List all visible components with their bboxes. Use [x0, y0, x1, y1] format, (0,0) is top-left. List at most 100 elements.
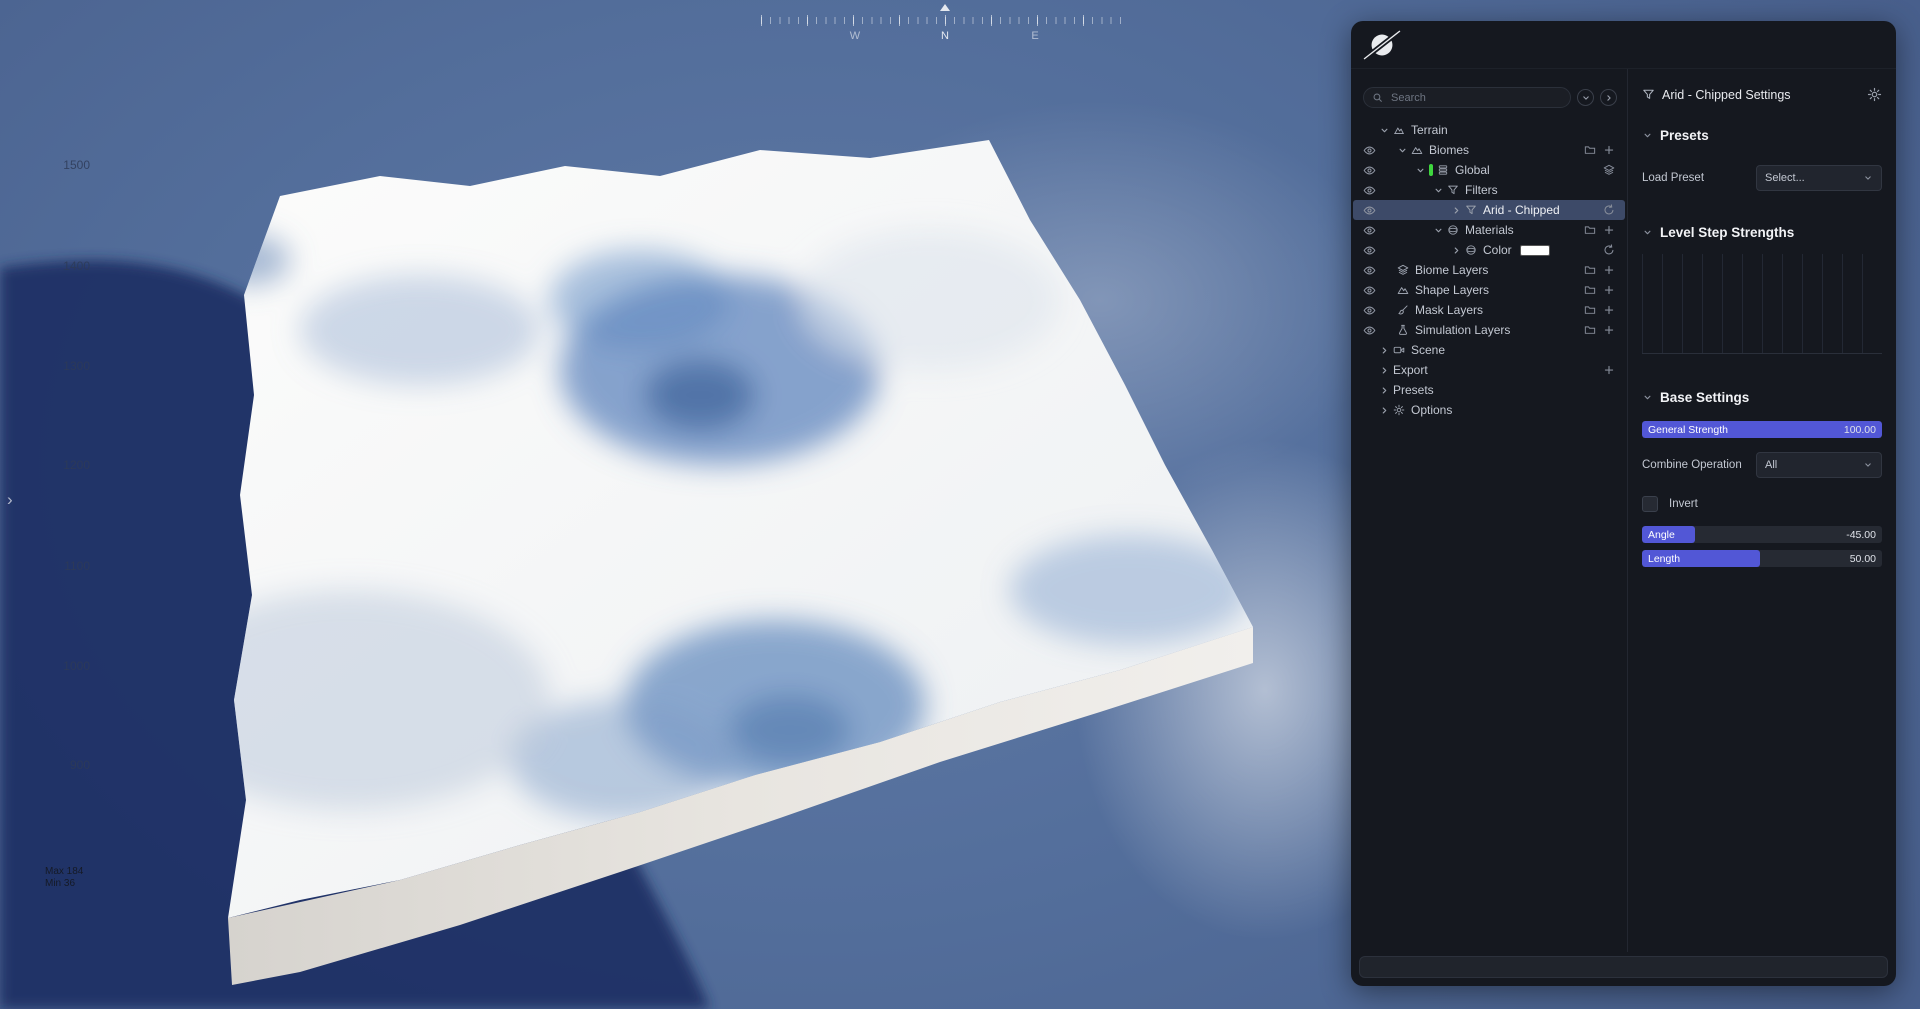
- brush-icon: [1397, 304, 1412, 316]
- sphere-icon: [1465, 244, 1480, 256]
- visibility-eye-icon[interactable]: [1363, 284, 1379, 297]
- gear-icon: [1393, 404, 1408, 416]
- refresh-icon[interactable]: [1603, 204, 1615, 216]
- expand-all-button[interactable]: [1600, 89, 1617, 106]
- add-icon[interactable]: [1603, 224, 1615, 236]
- chevron-down-icon: [1642, 227, 1653, 238]
- add-icon[interactable]: [1603, 144, 1615, 156]
- chevron-down-icon[interactable]: [1415, 165, 1429, 176]
- app-window: W N E 1500 1400 1300 1200 1100 1000 900 …: [0, 0, 1920, 1009]
- tree-item-shape-layers[interactable]: Shape Layers: [1353, 280, 1625, 300]
- add-icon[interactable]: [1603, 284, 1615, 296]
- folder-icon[interactable]: [1584, 324, 1596, 336]
- chevron-down-icon[interactable]: [1433, 185, 1447, 196]
- folder-icon[interactable]: [1584, 144, 1596, 156]
- tree-item-scene[interactable]: Scene: [1353, 340, 1625, 360]
- add-icon[interactable]: [1603, 264, 1615, 276]
- tree-item-simulation-layers[interactable]: Simulation Layers: [1353, 320, 1625, 340]
- layers-icon[interactable]: [1603, 164, 1615, 176]
- tree-item-terrain[interactable]: Terrain: [1353, 120, 1625, 140]
- tree-item-biome-layers[interactable]: Biome Layers: [1353, 260, 1625, 280]
- chevron-right-icon[interactable]: [1451, 245, 1465, 256]
- general-strength-value: 100.00: [1843, 423, 1876, 436]
- status-bar[interactable]: [1359, 956, 1888, 978]
- chevron-down-icon[interactable]: [1379, 125, 1393, 136]
- tree-item-global[interactable]: Global: [1353, 160, 1625, 180]
- search-input-wrap[interactable]: [1363, 87, 1571, 108]
- expand-left-panel-chevron[interactable]: ›: [7, 490, 13, 510]
- combine-operation-label: Combine Operation: [1642, 459, 1742, 471]
- tree-item-color[interactable]: Color: [1353, 240, 1625, 260]
- tree-item-export[interactable]: Export: [1353, 360, 1625, 380]
- chevron-right-icon[interactable]: [1379, 405, 1393, 416]
- tree-item-options[interactable]: Options: [1353, 400, 1625, 420]
- chevron-down-icon: [1863, 173, 1873, 183]
- elevation-minmax: Max 184 Min 36: [45, 866, 83, 890]
- chevron-down-icon: [1863, 460, 1873, 470]
- tree-item-presets[interactable]: Presets: [1353, 380, 1625, 400]
- visibility-eye-icon[interactable]: [1363, 244, 1379, 257]
- terrain-icon: [1393, 124, 1408, 136]
- add-icon[interactable]: [1603, 324, 1615, 336]
- tree-item-filters[interactable]: Filters: [1353, 180, 1625, 200]
- elevation-scale: 1500 1400 1300 1200 1100 1000 900: [63, 158, 90, 772]
- visibility-eye-icon[interactable]: [1363, 204, 1379, 217]
- tree-item-arid-chipped[interactable]: Arid - Chipped: [1353, 200, 1625, 220]
- folder-icon[interactable]: [1584, 224, 1596, 236]
- chevron-right-icon[interactable]: [1451, 205, 1465, 216]
- add-icon[interactable]: [1603, 364, 1615, 376]
- folder-icon[interactable]: [1584, 284, 1596, 296]
- invert-checkbox[interactable]: [1642, 496, 1658, 512]
- chevron-down-icon[interactable]: [1433, 225, 1447, 236]
- tree-item-mask-layers[interactable]: Mask Layers: [1353, 300, 1625, 320]
- chevron-down-icon: [1642, 130, 1653, 141]
- app-toolbar: [1351, 21, 1896, 69]
- chevron-right-icon[interactable]: [1379, 345, 1393, 356]
- chevron-down-icon[interactable]: [1397, 145, 1411, 156]
- mountain-icon: [1411, 144, 1426, 156]
- sphere-icon: [1447, 224, 1462, 236]
- compass-heading-marker: [940, 4, 950, 11]
- visibility-eye-icon[interactable]: [1363, 224, 1379, 237]
- length-value: 50.00: [1849, 552, 1876, 565]
- section-base-settings[interactable]: Base Settings: [1642, 390, 1882, 405]
- scene-tree: Terrain Biomes Global: [1351, 69, 1628, 952]
- editor-panel: Terrain Biomes Global: [1351, 21, 1896, 986]
- invert-label: Invert: [1669, 498, 1698, 510]
- collapse-all-button[interactable]: [1577, 89, 1594, 106]
- load-preset-label: Load Preset: [1642, 172, 1705, 184]
- visibility-eye-icon[interactable]: [1363, 144, 1379, 157]
- folder-icon[interactable]: [1584, 264, 1596, 276]
- chevron-right-icon[interactable]: [1379, 385, 1393, 396]
- combine-operation-dropdown[interactable]: All: [1756, 452, 1882, 478]
- compass-north-label: N: [941, 30, 949, 42]
- compass[interactable]: W N E: [761, 4, 1129, 50]
- search-icon: [1372, 92, 1383, 103]
- angle-slider[interactable]: Angle -45.00: [1642, 526, 1882, 543]
- visibility-eye-icon[interactable]: [1363, 164, 1379, 177]
- video-camera-icon: [1393, 344, 1408, 356]
- visibility-eye-icon[interactable]: [1363, 184, 1379, 197]
- settings-title: Arid - Chipped Settings: [1662, 87, 1791, 102]
- stack-icon: [1437, 164, 1452, 176]
- settings-gear-button[interactable]: [1867, 87, 1882, 102]
- color-swatch[interactable]: [1519, 244, 1550, 256]
- search-input[interactable]: [1389, 90, 1562, 105]
- section-level-step-strengths[interactable]: Level Step Strengths: [1642, 225, 1882, 240]
- general-strength-slider[interactable]: General Strength 100.00: [1642, 421, 1882, 438]
- tree-item-materials[interactable]: Materials: [1353, 220, 1625, 240]
- min-elevation: Min 36: [45, 878, 76, 889]
- length-slider[interactable]: Length 50.00: [1642, 550, 1882, 567]
- chevron-right-icon[interactable]: [1379, 365, 1393, 376]
- visibility-eye-icon[interactable]: [1363, 324, 1379, 337]
- angle-value: -45.00: [1846, 528, 1876, 541]
- visibility-eye-icon[interactable]: [1363, 264, 1379, 277]
- add-icon[interactable]: [1603, 304, 1615, 316]
- preset-select-dropdown[interactable]: Select...: [1756, 165, 1882, 191]
- visibility-eye-icon[interactable]: [1363, 304, 1379, 317]
- section-presets[interactable]: Presets: [1642, 128, 1882, 143]
- folder-icon[interactable]: [1584, 304, 1596, 316]
- tree-item-biomes[interactable]: Biomes: [1353, 140, 1625, 160]
- compass-west-label: W: [849, 30, 861, 42]
- refresh-icon[interactable]: [1603, 244, 1615, 256]
